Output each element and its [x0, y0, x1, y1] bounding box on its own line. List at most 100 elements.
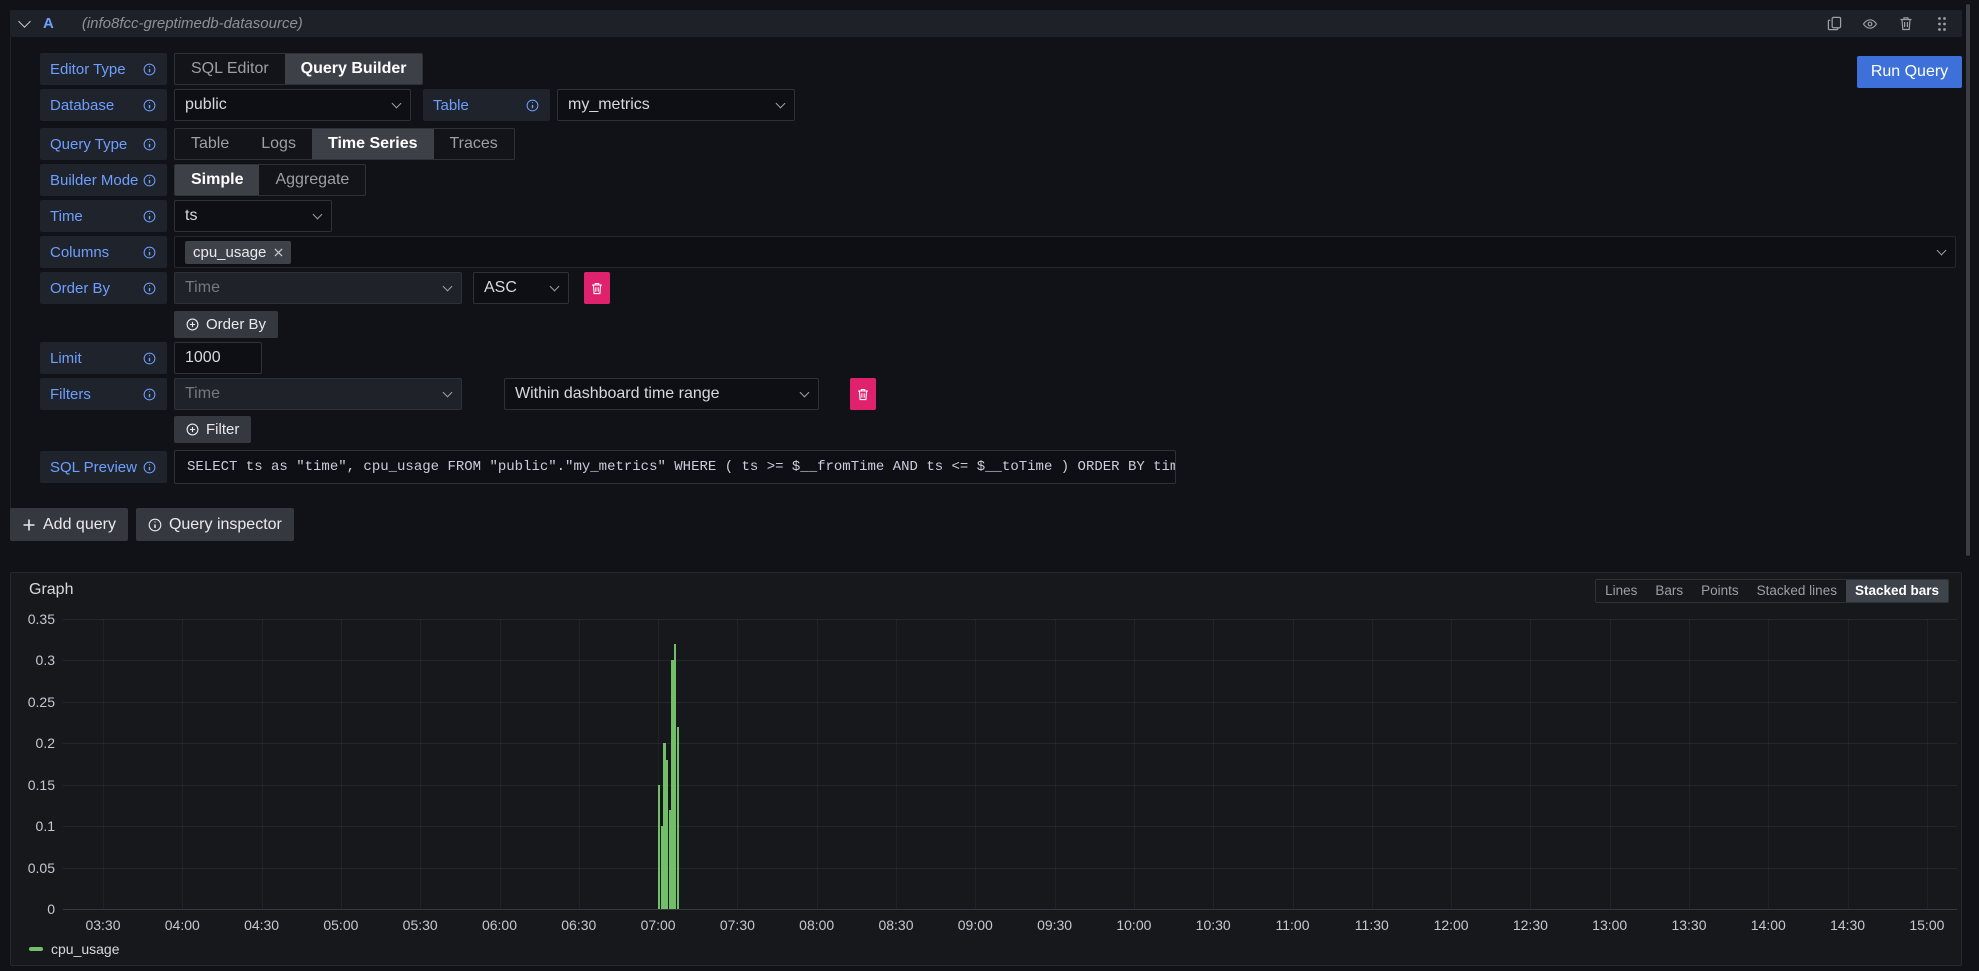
- editor-type-option-builder[interactable]: Query Builder: [285, 54, 423, 84]
- filter-range-value: Within dashboard time range: [515, 385, 720, 403]
- database-select[interactable]: public: [174, 89, 411, 121]
- time-column-select[interactable]: ts: [174, 200, 332, 232]
- gridline-h: [63, 660, 1957, 661]
- columns-multiselect[interactable]: cpu_usage: [174, 236, 1956, 268]
- plot-area: [63, 619, 1957, 909]
- gridline-v: [737, 619, 738, 909]
- query-type-option-traces[interactable]: Traces: [434, 129, 514, 159]
- sql-preview-label: SQL Preview: [50, 459, 137, 476]
- gridline-h: [63, 909, 1957, 910]
- query-type-option-table[interactable]: Table: [175, 129, 245, 159]
- mode-option-stacked-bars[interactable]: Stacked bars: [1846, 580, 1948, 602]
- editor-type-option-sql[interactable]: SQL Editor: [175, 54, 285, 84]
- filter-range-select[interactable]: Within dashboard time range: [504, 378, 819, 410]
- remove-column-icon[interactable]: [274, 248, 283, 257]
- info-icon[interactable]: [143, 245, 157, 259]
- query-type-option-logs[interactable]: Logs: [245, 129, 312, 159]
- query-inspector-label: Query inspector: [169, 516, 282, 534]
- limit-label: Limit: [50, 350, 82, 367]
- info-icon[interactable]: [143, 98, 157, 112]
- row-filters: Filters Time Within dashboard time range: [40, 378, 876, 410]
- y-tick-label: 0.3: [15, 652, 55, 668]
- x-tick-label: 12:30: [1500, 917, 1560, 933]
- mode-option-lines[interactable]: Lines: [1596, 580, 1646, 602]
- row-add-filter: Filter: [40, 416, 251, 443]
- add-filter-button[interactable]: Filter: [174, 416, 251, 443]
- info-icon[interactable]: [526, 98, 540, 112]
- limit-input[interactable]: [174, 342, 262, 374]
- gridline-v: [1848, 619, 1849, 909]
- row-query-type: Query Type Table Logs Time Series Traces: [40, 128, 515, 160]
- info-icon[interactable]: [143, 209, 157, 223]
- gridline-v: [420, 619, 421, 909]
- query-footer-actions: Add query Query inspector: [10, 508, 294, 541]
- x-tick-label: 13:00: [1580, 917, 1640, 933]
- order-by-direction-select[interactable]: ASC: [473, 272, 569, 304]
- remove-filter-button[interactable]: [850, 378, 876, 410]
- info-circle-icon: [148, 518, 162, 532]
- info-icon[interactable]: [143, 281, 157, 295]
- table-select-value: my_metrics: [568, 96, 650, 114]
- mode-option-points[interactable]: Points: [1692, 580, 1748, 602]
- table-select[interactable]: my_metrics: [557, 89, 795, 121]
- column-tag: cpu_usage: [185, 241, 291, 264]
- order-by-label: Order By: [50, 280, 110, 297]
- gridline-v: [1610, 619, 1611, 909]
- builder-mode-option-aggregate[interactable]: Aggregate: [259, 165, 365, 195]
- query-card: A (info8fcc-greptimedb-datasource): [10, 10, 1962, 556]
- scrollbar-thumb[interactable]: [1966, 4, 1970, 556]
- remove-order-by-button[interactable]: [584, 272, 610, 304]
- info-icon[interactable]: [143, 387, 157, 401]
- sql-preview-text: SELECT ts as "time", cpu_usage FROM "pub…: [174, 450, 1176, 484]
- gridline-v: [341, 619, 342, 909]
- info-icon[interactable]: [143, 460, 157, 474]
- order-by-label-chip: Order By: [40, 272, 167, 304]
- run-query-button[interactable]: Run Query: [1857, 56, 1962, 88]
- chevron-down-icon: [443, 388, 453, 398]
- order-by-field-placeholder: Time: [185, 279, 220, 297]
- x-tick-label: 08:00: [787, 917, 847, 933]
- plus-circle-icon: [186, 423, 199, 436]
- table-label-chip: Table: [423, 89, 550, 121]
- database-select-value: public: [185, 96, 227, 114]
- gridline-v: [1055, 619, 1056, 909]
- query-header-actions: [1824, 14, 1952, 34]
- legend-item[interactable]: cpu_usage: [29, 941, 120, 957]
- gridline-h: [63, 702, 1957, 703]
- x-tick-label: 11:30: [1342, 917, 1402, 933]
- x-tick-label: 09:30: [1025, 917, 1085, 933]
- add-order-by-button[interactable]: Order By: [174, 311, 278, 338]
- add-query-button[interactable]: Add query: [10, 508, 128, 541]
- gridline-v: [1372, 619, 1373, 909]
- filters-label: Filters: [50, 386, 91, 403]
- order-by-field-select[interactable]: Time: [174, 272, 462, 304]
- gridline-v: [817, 619, 818, 909]
- drag-handle-icon[interactable]: [1932, 14, 1952, 34]
- y-tick-label: 0.1: [15, 818, 55, 834]
- hide-query-eye-icon[interactable]: [1860, 14, 1880, 34]
- columns-label: Columns: [50, 244, 109, 261]
- info-icon[interactable]: [143, 173, 157, 187]
- query-inspector-button[interactable]: Query inspector: [136, 508, 294, 541]
- duplicate-query-icon[interactable]: [1824, 14, 1844, 34]
- builder-mode-switch: Simple Aggregate: [174, 164, 366, 196]
- y-tick-label: 0: [15, 901, 55, 917]
- series-bar: [677, 727, 679, 909]
- mode-option-bars[interactable]: Bars: [1646, 580, 1692, 602]
- info-icon[interactable]: [143, 137, 157, 151]
- sql-preview-label-chip: SQL Preview: [40, 451, 167, 483]
- info-icon[interactable]: [143, 62, 157, 76]
- query-header-toggle[interactable]: A: [20, 15, 54, 32]
- mode-option-stacked-lines[interactable]: Stacked lines: [1748, 580, 1846, 602]
- builder-mode-option-simple[interactable]: Simple: [175, 165, 259, 195]
- info-icon[interactable]: [143, 351, 157, 365]
- query-type-option-timeseries[interactable]: Time Series: [312, 129, 434, 159]
- x-tick-label: 15:00: [1897, 917, 1957, 933]
- query-type-label-chip: Query Type: [40, 128, 167, 160]
- add-query-label: Add query: [43, 516, 116, 534]
- time-label-chip: Time: [40, 200, 167, 232]
- delete-query-trash-icon[interactable]: [1896, 14, 1916, 34]
- limit-label-chip: Limit: [40, 342, 167, 374]
- column-tag-label: cpu_usage: [193, 244, 266, 261]
- filter-field-select[interactable]: Time: [174, 378, 462, 410]
